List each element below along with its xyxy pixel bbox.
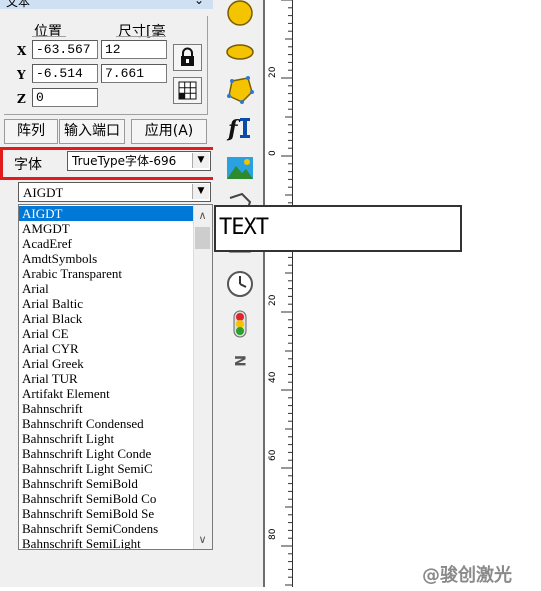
ruler-ticks (281, 0, 293, 587)
text-object[interactable]: TEXT (214, 205, 462, 252)
lock-icon (181, 47, 194, 66)
font-list-item[interactable]: Arabic Transparent (19, 266, 193, 281)
divider (207, 16, 208, 115)
image-icon[interactable] (226, 154, 254, 182)
font-list-item[interactable]: AcadEref (19, 236, 193, 251)
y-position-field[interactable]: -6.514 (32, 64, 98, 83)
timer-icon[interactable] (226, 270, 254, 298)
font-list-item[interactable]: AMGDT (19, 221, 193, 236)
font-list-item[interactable]: Bahnschrift SemiCondens (19, 521, 193, 536)
panel-title: 文本 (6, 0, 31, 9)
position-header: 位置 (34, 24, 62, 40)
font-list-item[interactable]: Bahnschrift Condensed (19, 416, 193, 431)
drawing-toolbar: f N (213, 0, 263, 587)
text-icon[interactable]: f (226, 114, 254, 142)
font-list-item[interactable]: AIGDT (19, 206, 193, 221)
height-field[interactable]: 7.661 (101, 64, 167, 83)
lock-ratio-button[interactable] (173, 44, 202, 71)
y-label: Y (17, 68, 26, 82)
ruler-label: 80 (268, 528, 278, 540)
ruler-label: 0 (268, 150, 278, 156)
svg-text:N: N (231, 355, 247, 367)
ellipse-icon[interactable] (226, 38, 254, 66)
font-list-item[interactable]: Artifakt Element (19, 386, 193, 401)
size-header: 尺寸[毫 (118, 24, 166, 40)
input-port-button[interactable]: 输入端口 (59, 119, 125, 144)
apply-button[interactable]: 应用(A) (131, 119, 207, 144)
divider (116, 36, 166, 37)
ruler-label: 60 (268, 449, 278, 461)
anchor-grid-button[interactable] (173, 77, 202, 104)
font-list-item[interactable]: Bahnschrift SemiBold Se (19, 506, 193, 521)
font-row-highlight-frame (0, 147, 238, 180)
z-position-field[interactable]: 0 (32, 88, 98, 107)
font-list-item[interactable]: Arial CYR (19, 341, 193, 356)
divider (4, 114, 207, 115)
font-list-item[interactable]: Bahnschrift SemiBold Co (19, 491, 193, 506)
x-label: X (17, 44, 27, 58)
divider (32, 36, 66, 37)
array-button[interactable]: 阵列 (4, 119, 58, 144)
font-list-item[interactable]: Bahnschrift Light Conde (19, 446, 193, 461)
font-name-dropdown[interactable]: AIGDT ▼ (18, 182, 211, 202)
x-position-field[interactable]: -63.567 (32, 40, 98, 59)
font-name-value: AIGDT (23, 185, 64, 200)
font-list-item[interactable]: AmdtSymbols (19, 251, 193, 266)
ruler-label: 40 (268, 371, 278, 383)
font-list-item[interactable]: Bahnschrift SemiBold (19, 476, 193, 491)
font-list-item[interactable]: Bahnschrift (19, 401, 193, 416)
chevron-down-icon[interactable]: ▼ (192, 184, 209, 199)
font-list-item[interactable]: Arial (19, 281, 193, 296)
ruler-label: 20 (268, 66, 278, 78)
width-field[interactable]: 12 (101, 40, 167, 59)
font-list-item[interactable]: Arial TUR (19, 371, 193, 386)
z-label: Z (17, 92, 26, 106)
font-list-item[interactable]: Bahnschrift Light SemiC (19, 461, 193, 476)
panel-titlebar: 文本 ⌄ (0, 0, 213, 9)
font-list-item[interactable]: Bahnschrift Light (19, 431, 193, 446)
svg-text:f: f (226, 116, 241, 142)
scroll-down-icon[interactable]: ∨ (194, 531, 211, 548)
ruler-label: 20 (268, 294, 278, 306)
grid-icon (178, 81, 197, 100)
text-object-content: TEXT (219, 215, 269, 240)
font-list-item[interactable]: Arial Baltic (19, 296, 193, 311)
scroll-thumb[interactable] (195, 227, 210, 249)
font-list[interactable]: AIGDT AMGDT AcadEref AmdtSymbols Arabic Tran… (18, 204, 213, 550)
polygon-icon[interactable] (226, 76, 254, 104)
font-list-item[interactable]: Arial Black (19, 311, 193, 326)
vertical-ruler: 20 0 20 40 60 80 (265, 0, 293, 587)
drawing-canvas[interactable] (293, 0, 541, 587)
font-list-item[interactable]: Arial Greek (19, 356, 193, 371)
sequence-icon[interactable]: N (226, 348, 254, 376)
font-list-item[interactable]: Bahnschrift SemiLight (19, 536, 193, 549)
list-scrollbar[interactable]: ∧ ∨ (193, 205, 212, 549)
font-list-item[interactable]: Arial CE (19, 326, 193, 341)
text-properties-panel: 文本 ⌄ 位置 尺寸[毫 X -63.567 12 Y -6.514 7.661… (0, 0, 213, 587)
pin-icon[interactable]: ⌄ (194, 0, 204, 7)
circle-icon[interactable] (226, 0, 254, 28)
watermark: @骏创激光 (422, 565, 512, 586)
scroll-up-icon[interactable]: ∧ (194, 207, 211, 224)
signal-light-icon[interactable] (226, 310, 254, 338)
